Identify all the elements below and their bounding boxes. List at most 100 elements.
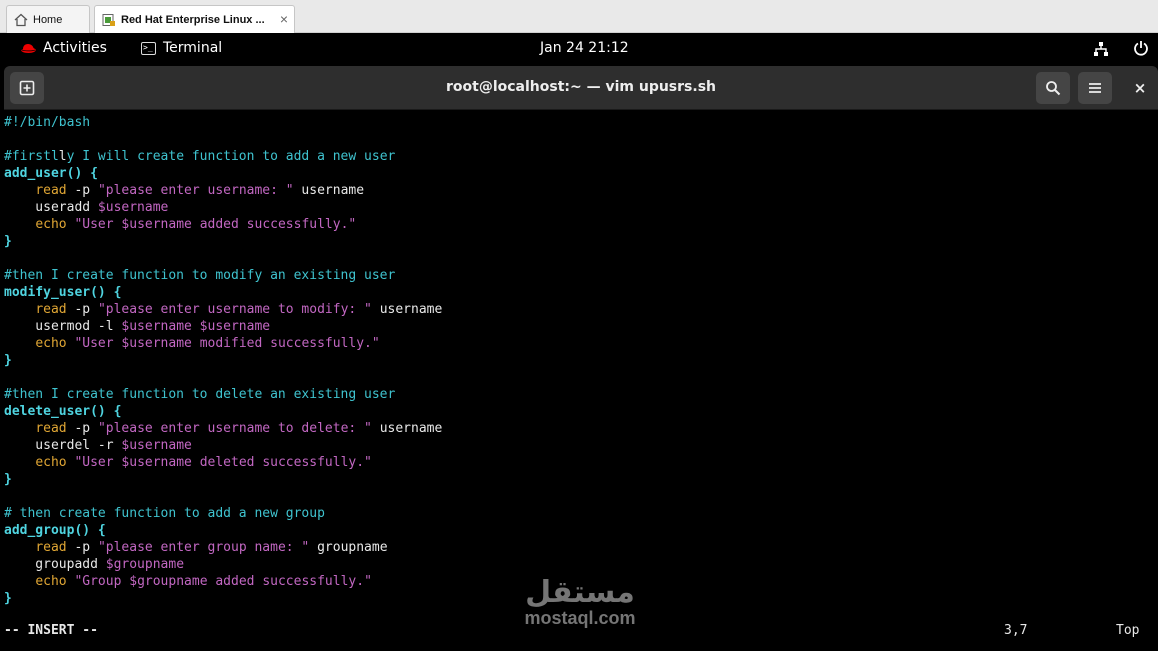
watermark-logo: مستقل [525,575,635,610]
hamburger-menu-button[interactable] [1078,72,1112,104]
vm-tab-rhel[interactable]: Red Hat Enterprise Linux ... × [94,5,295,33]
code-line[interactable]: usermod -l $username $username [4,318,1158,335]
code-line[interactable]: # then create function to add a new grou… [4,505,1158,522]
code-token: useradd [4,200,98,215]
code-token: echo [35,455,67,470]
code-token: -p [66,540,98,555]
code-token: $username $username [121,319,271,334]
code-token: username [293,183,365,198]
code-token: userdel -r [4,438,122,453]
code-token: usermod -l [4,319,122,334]
code-token: } [4,591,12,606]
code-line[interactable]: read -p "please enter username to delete… [4,420,1158,437]
code-line[interactable]: #firstlly I will create function to add … [4,148,1158,165]
code-token: "please enter username to modify: " [97,302,372,317]
code-token: add_group() { [4,523,106,538]
code-token: read [35,302,67,317]
watermark-site: mostaql.com [524,608,636,628]
code-line[interactable]: read -p "please enter username: " userna… [4,182,1158,199]
code-token: #!/bin/bash [4,115,91,130]
code-token: $username [121,455,192,470]
code-line[interactable]: } [4,471,1158,488]
terminal-headerbar: root@localhost:~ — vim upusrs.sh × [4,66,1158,110]
code-token: "User [74,217,122,232]
app-menu-terminal[interactable]: >_ Terminal [141,40,222,56]
code-line[interactable]: read -p "please enter group name: " grou… [4,539,1158,556]
power-icon[interactable] [1133,40,1149,56]
cursor-position: 3,7 [1004,623,1028,638]
code-line[interactable]: useradd $username [4,199,1158,216]
close-window-button[interactable]: × [1130,78,1150,98]
vm-tab-home[interactable]: Home [6,5,90,33]
code-token: } [4,472,12,487]
code-token: username [371,302,443,317]
vm-tab-home-label: Home [33,13,63,26]
terminal-window: root@localhost:~ — vim upusrs.sh × #!/bi… [4,66,1158,651]
code-token: added successfully." [191,217,357,232]
code-token: "please enter username to delete: " [97,421,372,436]
code-token: username [371,421,443,436]
code-line[interactable]: echo "User $username added successfully.… [4,216,1158,233]
code-line[interactable]: read -p "please enter username to modify… [4,301,1158,318]
code-line[interactable] [4,131,1158,148]
code-token: $groupname [129,574,208,589]
code-line[interactable]: #!/bin/bash [4,114,1158,131]
code-line[interactable] [4,250,1158,267]
code-token: groupadd [4,557,106,572]
text-cursor: l [58,149,67,164]
code-token: modified successfully." [191,336,380,351]
clock[interactable]: Jan 24 21:12 [540,40,629,56]
code-token: $username [121,438,192,453]
code-line[interactable]: echo "User $username deleted successfull… [4,454,1158,471]
activities-button[interactable]: Activities [20,40,107,56]
vim-mode: -- INSERT -- [4,623,98,638]
code-line[interactable]: #then I create function to modify an exi… [4,267,1158,284]
vim-editor[interactable]: #!/bin/bash #firstlly I will create funct… [4,114,1158,607]
code-line[interactable]: echo "User $username modified successful… [4,335,1158,352]
code-token: delete_user() { [4,404,122,419]
gnome-top-bar: Activities >_ Terminal Jan 24 21:12 [0,33,1158,63]
code-token: "Group [74,574,130,589]
vm-tab-rhel-label: Red Hat Enterprise Linux ... [121,13,265,26]
code-token: } [4,353,12,368]
vm-icon [102,13,115,26]
code-line[interactable]: #then I create function to delete an exi… [4,386,1158,403]
code-line[interactable]: delete_user() { [4,403,1158,420]
search-button[interactable] [1036,72,1070,104]
code-token: -p [66,302,98,317]
code-line[interactable]: add_group() { [4,522,1158,539]
code-token: $username [121,336,192,351]
code-line[interactable]: } [4,352,1158,369]
code-line[interactable] [4,369,1158,386]
code-token: y I will create function to add a new us… [66,149,396,164]
activities-label: Activities [43,40,107,56]
code-token: "User [74,455,122,470]
code-line[interactable] [4,488,1158,505]
watermark: مستقل mostaql.com [505,575,655,641]
code-token: #then I create function to delete an exi… [4,387,396,402]
app-menu-label: Terminal [163,40,223,56]
code-token: add_user() { [4,166,98,181]
code-token: read [35,183,67,198]
code-line[interactable]: userdel -r $username [4,437,1158,454]
close-tab-icon[interactable]: × [280,11,288,27]
code-line[interactable]: } [4,233,1158,250]
network-icon[interactable] [1093,41,1109,57]
code-token: echo [35,217,67,232]
code-token: "User [74,336,122,351]
code-token: read [35,421,67,436]
code-line[interactable]: groupadd $groupname [4,556,1158,573]
code-token: echo [35,574,67,589]
code-line[interactable]: add_user() { [4,165,1158,182]
vm-tab-strip: Home Red Hat Enterprise Linux ... × [0,0,1158,33]
code-token: added successfully." [207,574,372,589]
code-token: # then create function to add a new grou… [4,506,325,521]
search-icon [1046,81,1061,96]
code-line[interactable]: modify_user() { [4,284,1158,301]
